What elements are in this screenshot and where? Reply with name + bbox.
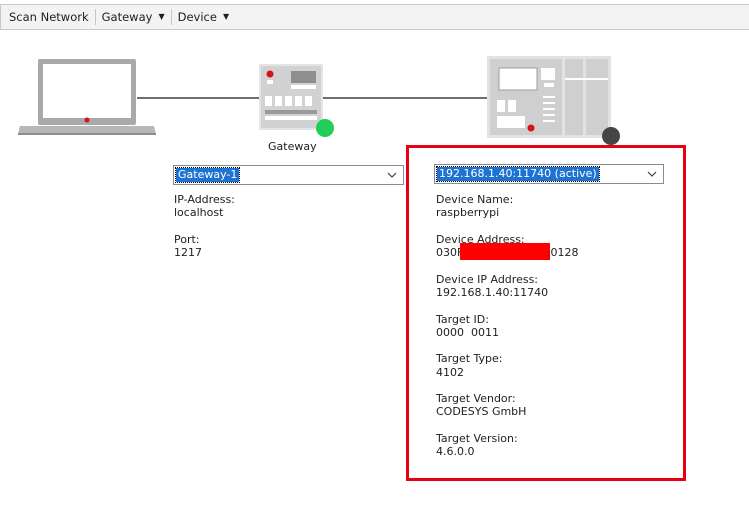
scan-network-button[interactable]: Scan Network: [1, 5, 95, 29]
gateway-select-value: Gateway-1: [174, 167, 241, 183]
target-type-value: 4102: [436, 366, 464, 379]
device-menu-label: Device: [177, 10, 217, 24]
chevron-down-icon: [387, 172, 397, 178]
device-ip-label: Device IP Address:: [436, 273, 539, 286]
gateway-status-icon: [316, 119, 334, 137]
target-id-value: 0000 0011: [436, 326, 499, 339]
target-version-label: Target Version:: [436, 432, 518, 445]
gateway-ip-value: localhost: [174, 206, 224, 219]
target-type-label: Target Type:: [436, 352, 503, 365]
device-name-value: raspberrypi: [436, 206, 500, 219]
device-ip-value: 192.168.1.40:11740: [436, 286, 549, 299]
target-id-label: Target ID:: [436, 313, 489, 326]
gateway-menu[interactable]: Gateway ▼: [96, 5, 171, 29]
target-version-value: 4.6.0.0: [436, 445, 475, 458]
device-address-suffix: .0128: [547, 246, 579, 259]
gateway-icon[interactable]: [259, 64, 325, 135]
chevron-down-icon: [647, 171, 657, 177]
toolbar: Scan Network Gateway ▼ Device ▼: [0, 4, 749, 30]
target-vendor-value: CODESYS GmbH: [436, 405, 527, 418]
redaction-bar: [460, 243, 550, 260]
gateway-select[interactable]: Gateway-1: [173, 165, 404, 185]
device-select-value: 192.168.1.40:11740 (active): [436, 166, 600, 182]
device-select[interactable]: 192.168.1.40:11740 (active): [434, 164, 664, 184]
device-menu[interactable]: Device ▼: [172, 5, 236, 29]
gateway-name-label: Gateway: [268, 140, 317, 153]
device-name-label: Device Name:: [436, 193, 514, 206]
gateway-ip-label: IP-Address:: [174, 193, 235, 206]
connection-line-gateway-device: [323, 97, 489, 99]
caret-down-icon: ▼: [222, 12, 230, 21]
caret-down-icon: ▼: [158, 12, 165, 21]
device-status-icon: [602, 127, 620, 145]
target-vendor-label: Target Vendor:: [436, 392, 516, 405]
laptop-icon[interactable]: [16, 58, 158, 141]
gateway-menu-label: Gateway: [101, 10, 153, 24]
gateway-port-label: Port:: [174, 233, 200, 246]
gateway-port-value: 1217: [174, 246, 202, 259]
scan-network-label: Scan Network: [9, 10, 89, 24]
plc-device-icon[interactable]: [487, 56, 612, 141]
